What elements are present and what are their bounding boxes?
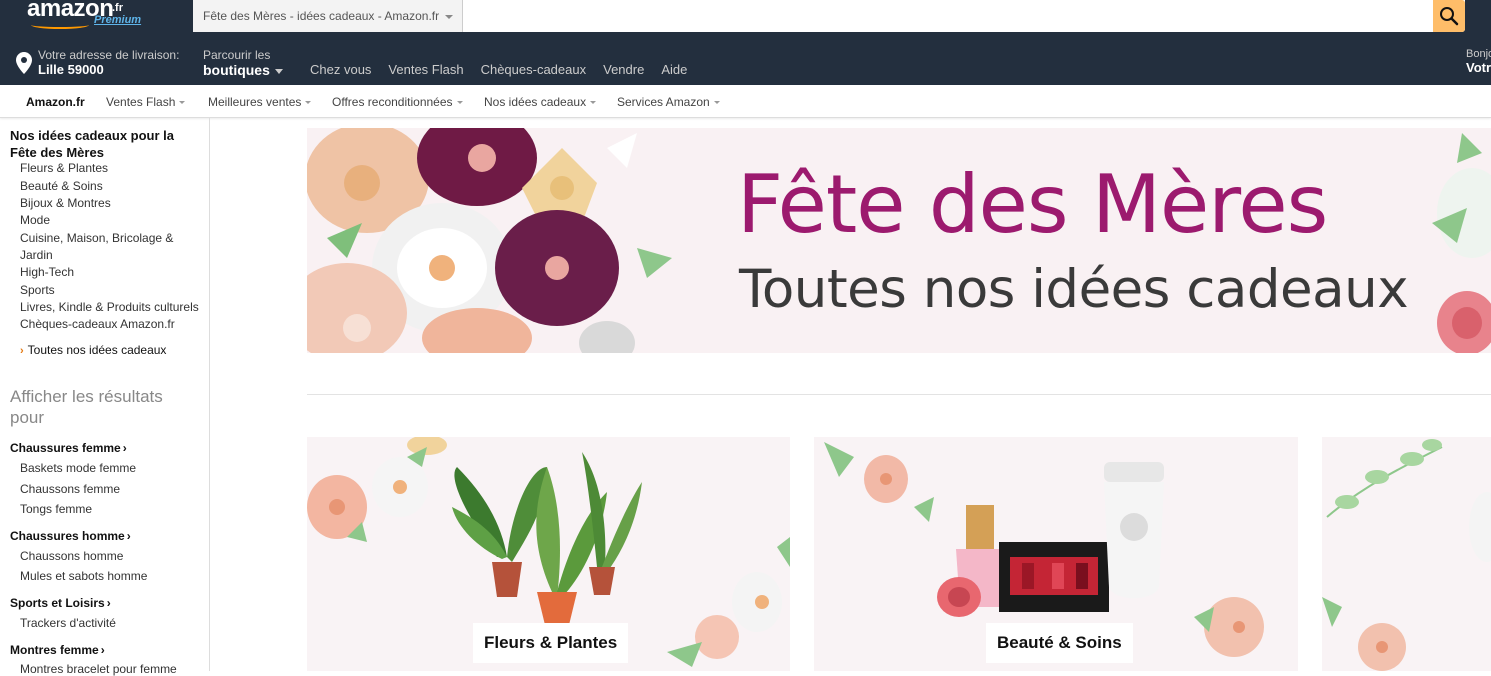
shop-by-department[interactable]: Parcourir les boutiques [203, 48, 283, 78]
search-input[interactable] [463, 0, 1433, 32]
sidebar-item-sports[interactable]: Sports [20, 282, 205, 299]
search-bar: Fête des Mères - idées cadeaux - Amazon.… [193, 0, 1465, 32]
group-chaussures-femme[interactable]: Chaussures femme › [10, 441, 127, 455]
results-heading: Afficher les résultats pour [10, 387, 163, 427]
subnav-label: Ventes Flash [106, 95, 176, 109]
chevron-down-icon [445, 14, 454, 19]
hero-banner[interactable]: Fête des Mères Toutes nos idées cadeaux [307, 128, 1491, 353]
subnav-label: Meilleures ventes [208, 95, 302, 109]
chevron-down-icon [590, 101, 597, 105]
sidebar-item-high-tech[interactable]: High-Tech [20, 264, 205, 281]
subnav-ventes-flash[interactable]: Ventes Flash [106, 95, 186, 109]
category-card-third[interactable] [1322, 437, 1491, 671]
shop-label: Parcourir les [203, 48, 271, 62]
sidebar-item-cuisine-maison[interactable]: Cuisine, Maison, Bricolage & Jardin [20, 230, 190, 264]
sidebar-item-livres-kindle[interactable]: Livres, Kindle & Produits culturels [20, 299, 205, 316]
sub-chaussons-femme[interactable]: Chaussons femme [20, 482, 120, 496]
sidebar-all-gifts-link[interactable]: › Toutes nos idées cadeaux [20, 343, 166, 357]
search-button[interactable] [1433, 0, 1465, 32]
account-greeting: Bonjour [1466, 48, 1491, 60]
group-sports-loisirs[interactable]: Sports et Loisirs › [10, 596, 111, 610]
location-pin-icon [16, 52, 32, 74]
chevron-right-icon: › [126, 529, 131, 543]
chevron-down-icon [274, 68, 283, 74]
delivery-location: Lille 59000 [38, 62, 104, 77]
chevron-down-icon [713, 101, 720, 105]
nav-link-cheques-cadeaux[interactable]: Chèques-cadeaux [481, 62, 587, 77]
left-sidebar: Nos idées cadeaux pour la Fête des Mères… [0, 118, 210, 676]
sub-tongs-femme[interactable]: Tongs femme [20, 502, 92, 516]
sidebar-item-beaute-soins[interactable]: Beauté & Soins [20, 178, 205, 195]
account-title: Votre [1466, 60, 1491, 75]
sidebar-item-bijoux-montres[interactable]: Bijoux & Montres [20, 195, 205, 212]
logo-tld: .fr [112, 2, 123, 14]
group-title: Chaussures femme [10, 441, 121, 455]
delivery-label: Votre adresse de livraison: [38, 48, 180, 62]
chevron-down-icon [456, 101, 463, 105]
category-card-beaute-soins[interactable]: Beauté & Soins [814, 437, 1298, 671]
subnav-label: Nos idées cadeaux [484, 95, 587, 109]
sub-nav: Amazon.fr Ventes Flash Meilleures ventes… [0, 85, 1491, 118]
group-title: Montres femme [10, 643, 99, 657]
sidebar-item-fleurs-plantes[interactable]: Fleurs & Plantes [20, 160, 205, 177]
group-title: Sports et Loisirs [10, 596, 105, 610]
hero-subtitle: Toutes nos idées cadeaux [739, 259, 1409, 320]
section-divider [307, 394, 1491, 395]
leaves-illustration [1322, 439, 1491, 671]
logo-premium: Premium [94, 14, 142, 26]
top-bar: amazon .fr Premium Fête des Mères - idée… [0, 0, 1491, 32]
nav-link-ventes-flash[interactable]: Ventes Flash [388, 62, 463, 77]
search-department-select[interactable]: Fête des Mères - idées cadeaux - Amazon.… [193, 0, 463, 32]
sub-montres-bracelet-femme[interactable]: Montres bracelet pour femme [20, 662, 177, 676]
chevron-right-icon: › [20, 345, 24, 357]
chevron-down-icon [305, 101, 312, 105]
subnav-meilleures-ventes[interactable]: Meilleures ventes [208, 95, 312, 109]
sub-trackers-activite[interactable]: Trackers d'activité [20, 616, 116, 630]
nav-link-vendre[interactable]: Vendre [603, 62, 644, 77]
sub-baskets-mode-femme[interactable]: Baskets mode femme [20, 461, 136, 475]
nav-link-aide[interactable]: Aide [661, 62, 687, 77]
sub-chaussons-homme[interactable]: Chaussons homme [20, 549, 123, 563]
subnav-services-amazon[interactable]: Services Amazon [617, 95, 720, 109]
group-chaussures-homme[interactable]: Chaussures homme › [10, 529, 131, 543]
category-card-label: Fleurs & Plantes [473, 623, 629, 663]
chevron-down-icon [179, 101, 186, 105]
logo-smile [31, 21, 89, 29]
hero-title: Fête des Mères [737, 158, 1328, 251]
account-menu[interactable]: Bonjour Votre [1466, 48, 1491, 75]
group-title: Chaussures homme [10, 529, 125, 543]
sidebar-heading: Nos idées cadeaux pour la Fête des Mères [10, 128, 175, 160]
sub-mules-sabots-homme[interactable]: Mules et sabots homme [20, 569, 147, 583]
category-card-fleurs-plantes[interactable]: Fleurs & Plantes [307, 437, 790, 671]
subnav-offres-reconditionnees[interactable]: Offres reconditionnées [332, 95, 463, 109]
sidebar-item-mode[interactable]: Mode [20, 212, 205, 229]
search-icon [1440, 7, 1459, 26]
main-nav: Votre adresse de livraison: Lille 59000 … [0, 32, 1491, 85]
chevron-right-icon: › [100, 643, 105, 657]
chevron-right-icon: › [122, 441, 127, 455]
sidebar-item-cheques-cadeaux[interactable]: Chèques-cadeaux Amazon.fr [20, 316, 205, 333]
chevron-right-icon: › [106, 596, 111, 610]
search-department-label: Fête des Mères - idées cadeaux - Amazon.… [203, 9, 440, 23]
subnav-home[interactable]: Amazon.fr [26, 95, 85, 109]
subnav-idees-cadeaux[interactable]: Nos idées cadeaux [484, 95, 597, 109]
amazon-logo[interactable]: amazon .fr Premium [27, 0, 167, 31]
all-gifts-label: Toutes nos idées cadeaux [27, 343, 167, 357]
category-card-label: Beauté & Soins [986, 623, 1133, 663]
group-montres-femme[interactable]: Montres femme › [10, 643, 105, 657]
shop-title: boutiques [203, 62, 270, 78]
nav-link-chez-vous[interactable]: Chez vous [310, 62, 371, 77]
subnav-label: Services Amazon [617, 95, 710, 109]
subnav-label: Offres reconditionnées [332, 95, 453, 109]
shop-title-row: boutiques [203, 62, 283, 78]
nav-links: Chez vous Ventes Flash Chèques-cadeaux V… [310, 62, 704, 77]
